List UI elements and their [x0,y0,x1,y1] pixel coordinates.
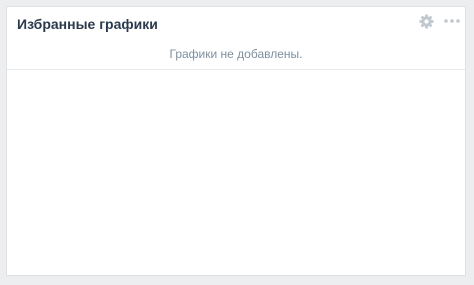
empty-state-message: Графики не добавлены. [169,47,303,61]
more-icon[interactable] [443,15,461,27]
charts-area [7,70,465,275]
favorite-charts-widget: Избранные графики Графики не добавлены. [6,6,466,276]
widget-title: Избранные графики [17,16,158,32]
gear-icon[interactable] [419,14,434,29]
